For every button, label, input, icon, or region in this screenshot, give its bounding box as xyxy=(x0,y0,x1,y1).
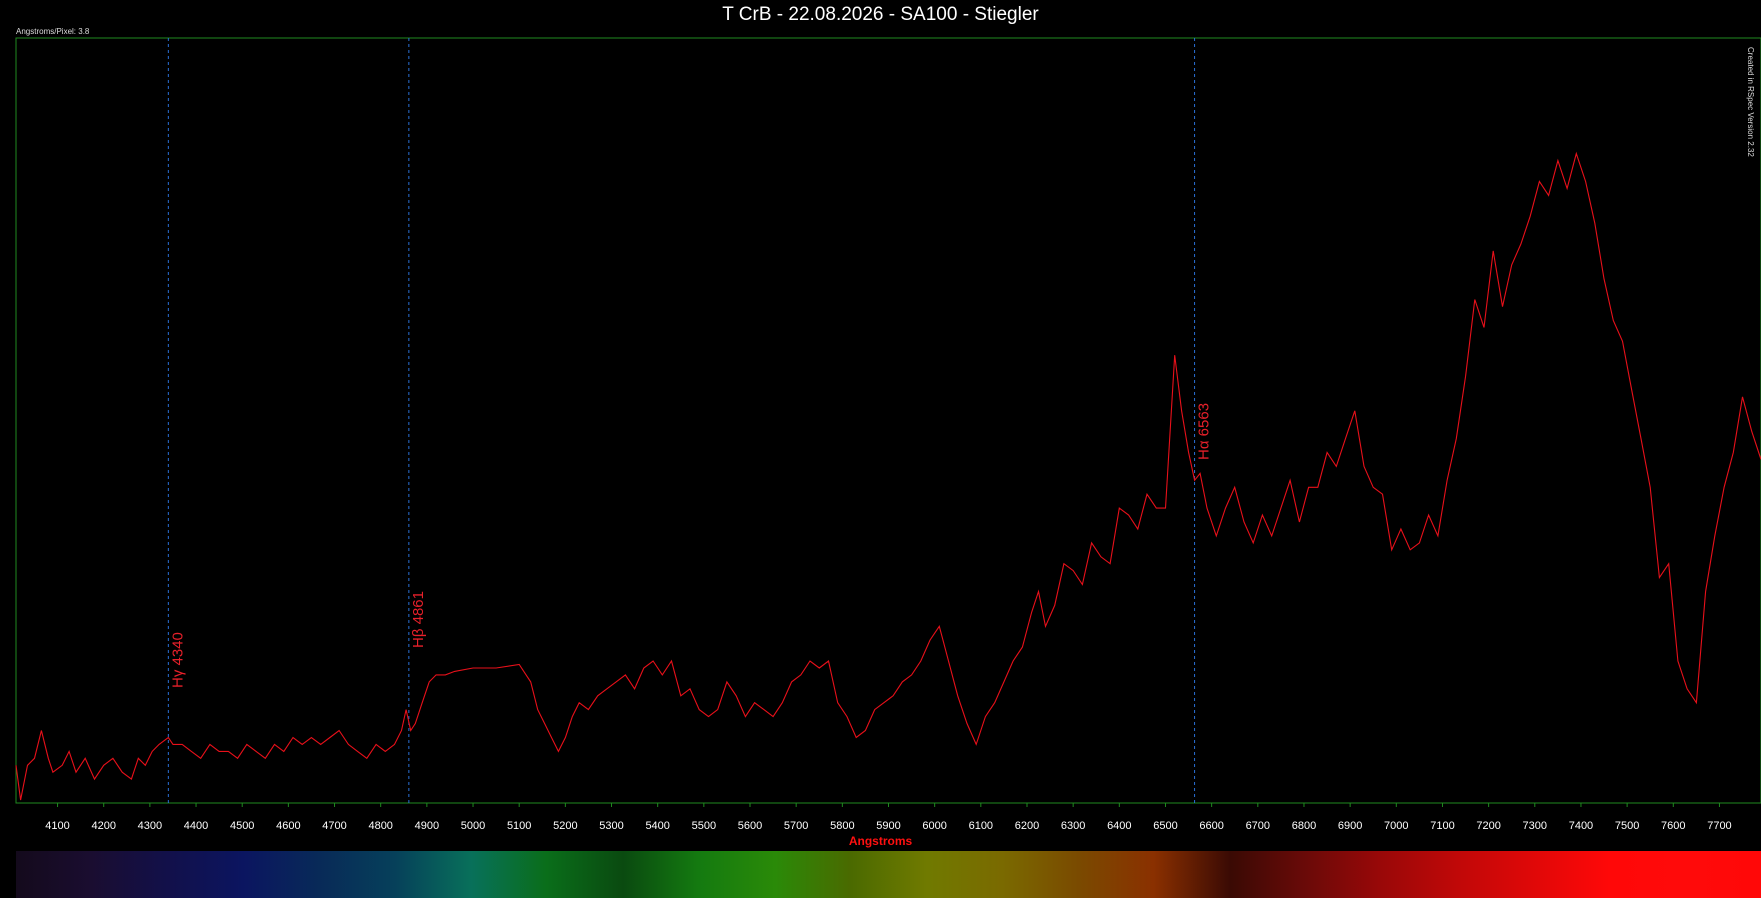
x-tick-label: 4900 xyxy=(415,820,439,832)
x-tick-label: 6900 xyxy=(1338,820,1362,832)
x-tick-label: 5400 xyxy=(645,820,669,832)
x-tick-label: 6300 xyxy=(1061,820,1085,832)
x-tick-label: 6500 xyxy=(1153,820,1177,832)
x-tick-label: 5300 xyxy=(599,820,623,832)
x-tick-label: 5200 xyxy=(553,820,577,832)
x-tick-label: 6600 xyxy=(1199,820,1223,832)
x-tick-label: 5700 xyxy=(784,820,808,832)
x-tick-label: 7100 xyxy=(1430,820,1454,832)
x-tick-label: 7700 xyxy=(1707,820,1731,832)
x-tick-label: 4700 xyxy=(322,820,346,832)
spectrum-chart: Hγ 4340 Hβ 4861 Hα 6563 4100 4200 4300 4400 45… xyxy=(15,37,1761,898)
x-tick-label: 7300 xyxy=(1523,820,1547,832)
x-tick-label: 4600 xyxy=(276,820,300,832)
x-tick-label: 6400 xyxy=(1107,820,1131,832)
x-tick-label: 5500 xyxy=(692,820,716,832)
x-tick-label: 4800 xyxy=(368,820,392,832)
plot-frame xyxy=(15,37,1761,804)
x-tick-label: 4400 xyxy=(184,820,208,832)
x-tick-label: 6800 xyxy=(1292,820,1316,832)
x-tick-label: 5900 xyxy=(876,820,900,832)
marker-label: Hγ 4340 xyxy=(169,632,186,688)
x-tick-label: 6200 xyxy=(1015,820,1039,832)
spectrum-strip xyxy=(16,851,1761,898)
x-tick-label: 7400 xyxy=(1569,820,1593,832)
x-tick-label: 5000 xyxy=(461,820,485,832)
x-tick-label: 7500 xyxy=(1615,820,1639,832)
x-tick-label: 7200 xyxy=(1476,820,1500,832)
x-tick-label: 5800 xyxy=(830,820,854,832)
x-tick-label: 4500 xyxy=(230,820,254,832)
x-tick-label: 7600 xyxy=(1661,820,1685,832)
x-tick-label: 5100 xyxy=(507,820,531,832)
x-tick-label: 5600 xyxy=(738,820,762,832)
x-tick-label: 7000 xyxy=(1384,820,1408,832)
spectrum-line xyxy=(15,151,1761,801)
marker-label: Hα 6563 xyxy=(1196,403,1213,460)
x-tick-label: 4100 xyxy=(45,820,69,832)
x-tick-label: 4200 xyxy=(91,820,115,832)
x-tick-label: 6700 xyxy=(1246,820,1270,832)
x-tick-label: 6100 xyxy=(969,820,993,832)
marker-label: Hβ 4861 xyxy=(410,591,427,648)
x-axis-ticks: 4100 4200 4300 4400 4500 4600 4700 4800 4900 5000… xyxy=(45,803,1732,832)
x-tick-label: 6000 xyxy=(922,820,946,832)
line-markers: Hγ 4340 Hβ 4861 Hα 6563 xyxy=(167,38,1213,803)
x-tick-label: 4300 xyxy=(138,820,162,832)
